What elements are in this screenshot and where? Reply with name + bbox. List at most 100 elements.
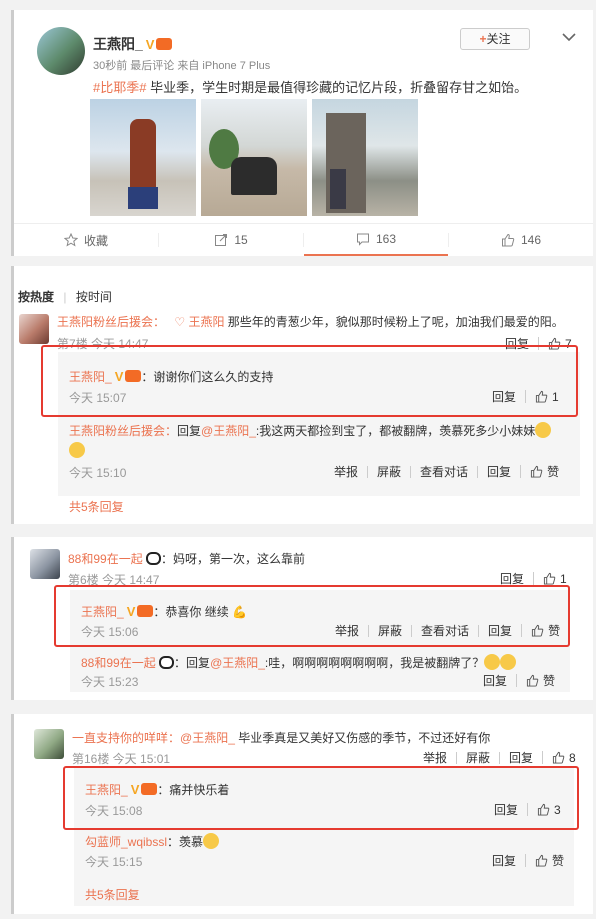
like-button[interactable]: 1 <box>533 572 576 585</box>
like-button[interactable]: 赞 <box>516 674 564 687</box>
report-button[interactable]: 举报 <box>325 466 367 478</box>
post-photo-1[interactable] <box>90 99 196 216</box>
thumbs-up-icon <box>530 465 543 478</box>
emoji-icon <box>535 422 552 438</box>
plus-icon: + <box>479 32 487 46</box>
reply-author[interactable]: 王燕阳_ <box>85 783 128 797</box>
like-button[interactable]: 7 <box>538 337 581 350</box>
thumbs-up-icon <box>548 337 561 350</box>
repost-button[interactable]: 15 <box>159 224 303 256</box>
comment-button[interactable]: 163 <box>304 224 448 256</box>
comment-floor: 第7楼 今天 14:47 <box>57 337 149 351</box>
more-replies-link[interactable]: 共5条回复 <box>85 886 140 903</box>
reply-time: 今天 15:06 <box>81 625 139 639</box>
reply-author[interactable]: 勾蓝师_wqibssl <box>85 835 167 849</box>
post-photo-3[interactable] <box>312 99 418 216</box>
author-avatar[interactable] <box>37 27 85 75</box>
reply-time: 今天 15:15 <box>85 855 143 869</box>
reply-author[interactable]: 王燕阳_ <box>69 370 112 384</box>
like-button[interactable]: 3 <box>527 803 570 816</box>
reply-author[interactable]: 88和99在一起 <box>81 656 156 670</box>
thumbs-up-icon <box>535 854 548 867</box>
commenter-avatar[interactable] <box>30 549 60 579</box>
comment-floor: 第6楼 今天 14:47 <box>68 573 160 587</box>
like-button[interactable]: 赞 <box>521 624 569 637</box>
panda-emoji-icon <box>159 656 175 669</box>
panda-emoji-icon <box>146 552 162 565</box>
post-photo-2[interactable] <box>201 99 307 216</box>
post-hashtag[interactable]: #比耶季# <box>93 80 146 95</box>
like-button[interactable]: 1 <box>525 390 568 403</box>
reply-author[interactable]: 王燕阳_ <box>81 605 124 619</box>
reply-ops: 举报 屏蔽 查看对话 回复 赞 <box>325 465 568 478</box>
reply-time: 今天 15:07 <box>69 391 127 405</box>
mention-link[interactable]: ♡ 王燕阳 <box>174 315 224 329</box>
verified-icon: V <box>145 37 155 52</box>
block-button[interactable]: 屏蔽 <box>367 465 410 478</box>
mention-link[interactable]: @王燕阳_ <box>180 731 235 745</box>
more-replies-link[interactable]: 共5条回复 <box>69 498 124 515</box>
commenter-avatar[interactable] <box>19 314 49 344</box>
reply-author[interactable]: 王燕阳粉丝后援会： <box>69 424 177 438</box>
reply-text: 88和99在一起 ：回复@王燕阳_:哇，啊啊啊啊啊啊啊啊，我是被翻牌了？ <box>81 654 517 671</box>
reply-body: ：谢谢你们这么久的支持 <box>141 370 274 384</box>
thumbs-up-icon <box>537 803 550 816</box>
comment-icon <box>356 233 369 246</box>
reply-time: 今天 15:10 <box>69 466 127 480</box>
reply-ops: 回复 赞 <box>474 674 564 687</box>
view-conversation-button[interactable]: 查看对话 <box>411 624 478 637</box>
reply-ops: 回复 3 <box>485 803 570 816</box>
emoji-icon <box>484 654 501 670</box>
thumbs-up-icon <box>531 624 544 637</box>
thumbs-up-icon <box>501 233 515 247</box>
emoji-icon <box>500 654 517 670</box>
comment-ops: 举报 屏蔽 回复 8 <box>414 751 585 764</box>
reply-button[interactable]: 回复 <box>491 573 533 585</box>
post-body: 毕业季，学生时期是最值得珍藏的记忆片段，折叠留存甘之如饴。 <box>146 80 528 95</box>
sort-hot-tab[interactable]: 按热度 <box>18 290 54 304</box>
reply-button[interactable]: 回复 <box>499 751 542 764</box>
author-name[interactable]: 王燕阳_ <box>93 36 143 52</box>
arm-emoji-icon: 💪 <box>232 605 247 619</box>
follow-label: 关注 <box>486 32 511 46</box>
reply-button[interactable]: 回复 <box>474 675 516 687</box>
report-button[interactable]: 举报 <box>414 752 456 764</box>
post-time: 30秒前 最后评论 <box>93 60 175 72</box>
reply-time: 今天 15:08 <box>85 804 143 818</box>
comment-author[interactable]: 王燕阳粉丝后援会： <box>57 315 165 329</box>
reply-button[interactable]: 回复 <box>477 465 520 478</box>
chevron-down-icon[interactable] <box>562 28 576 43</box>
reply-button[interactable]: 回复 <box>496 338 538 350</box>
view-conversation-button[interactable]: 查看对话 <box>410 465 477 478</box>
reply-body: ：羡慕 <box>167 835 204 849</box>
repost-count: 15 <box>234 233 248 247</box>
like-button[interactable]: 赞 <box>525 854 573 867</box>
reply-button[interactable]: 回复 <box>483 391 525 403</box>
author-line: 王燕阳_ V <box>93 34 173 54</box>
vip-icon <box>141 783 158 795</box>
sort-tabs: 按热度 | 按时间 <box>18 290 112 304</box>
reply-button[interactable]: 回复 <box>485 804 527 816</box>
comment-author[interactable]: 一直支持你的咩咩： <box>72 731 180 745</box>
comment-ops: 回复 1 <box>491 572 576 585</box>
like-button[interactable]: 赞 <box>520 465 568 478</box>
block-button[interactable]: 屏蔽 <box>368 624 411 637</box>
emoji-icon <box>69 442 85 458</box>
reply-ops: 回复 赞 <box>483 854 573 867</box>
comment-author[interactable]: 88和99在一起 <box>68 552 143 566</box>
like-button[interactable]: 8 <box>542 751 585 764</box>
reply-button[interactable]: 回复 <box>478 624 521 637</box>
reply-text: 王燕阳_ V ：痛并快乐着 <box>85 782 230 797</box>
reply-body: ：痛并快乐着 <box>157 783 230 797</box>
block-button[interactable]: 屏蔽 <box>456 751 499 764</box>
thumbs-up-icon <box>543 572 556 585</box>
mention-link[interactable]: @王燕阳_ <box>201 424 256 438</box>
like-button[interactable]: 146 <box>449 224 593 256</box>
favorite-button[interactable]: 收藏 <box>14 224 158 256</box>
reply-button[interactable]: 回复 <box>483 855 525 867</box>
sort-time-tab[interactable]: 按时间 <box>76 290 112 304</box>
mention-link[interactable]: @王燕阳_ <box>210 656 265 670</box>
report-button[interactable]: 举报 <box>326 625 368 637</box>
follow-button[interactable]: +关注 <box>460 28 530 50</box>
commenter-avatar[interactable] <box>34 729 64 759</box>
